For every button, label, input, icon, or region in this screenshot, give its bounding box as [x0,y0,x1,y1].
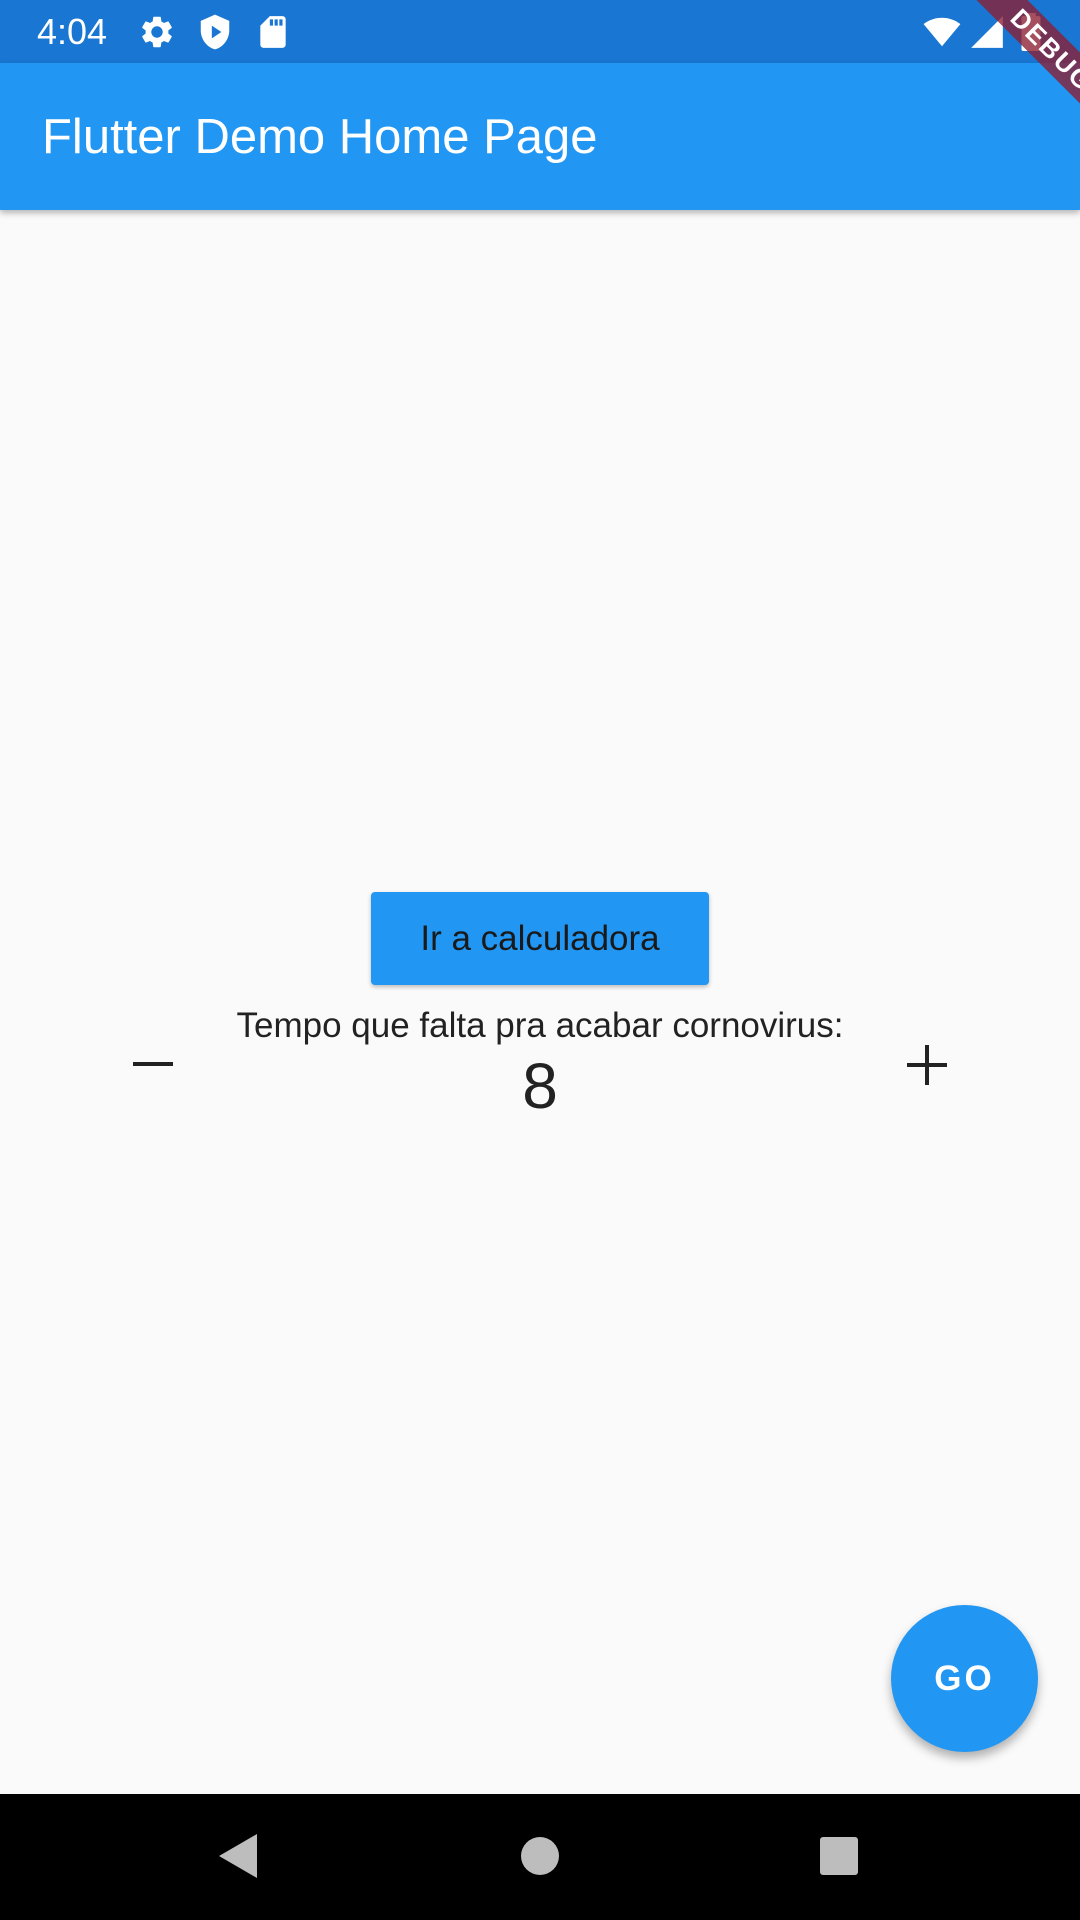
decrement-button[interactable] [118,1030,188,1100]
increment-button[interactable] [892,1030,962,1100]
battery-icon [1016,13,1046,56]
status-time: 4:04 [37,11,108,52]
status-bar: 4:04 [0,0,1080,63]
play-protect-icon [196,13,234,56]
go-fab-button[interactable]: GO [891,1605,1038,1752]
wifi-icon [920,13,964,56]
cell-signal-icon [968,13,1006,56]
app-bar: Flutter Demo Home Page [0,63,1080,210]
page-title: Flutter Demo Home Page [42,110,598,164]
go-to-calculator-button[interactable]: Ir a calculadora [371,892,709,985]
sd-card-icon [254,13,292,56]
minus-icon [133,1062,173,1066]
back-icon[interactable] [217,1832,259,1885]
settings-icon [138,13,176,56]
recents-icon[interactable] [818,1832,860,1885]
counter-label: Tempo que falta pra acabar cornovirus: [236,1006,844,1045]
counter-value: 8 [522,1050,558,1122]
plus-icon [907,1045,947,1085]
home-icon[interactable] [520,1832,560,1885]
system-nav-bar [0,1794,1080,1920]
